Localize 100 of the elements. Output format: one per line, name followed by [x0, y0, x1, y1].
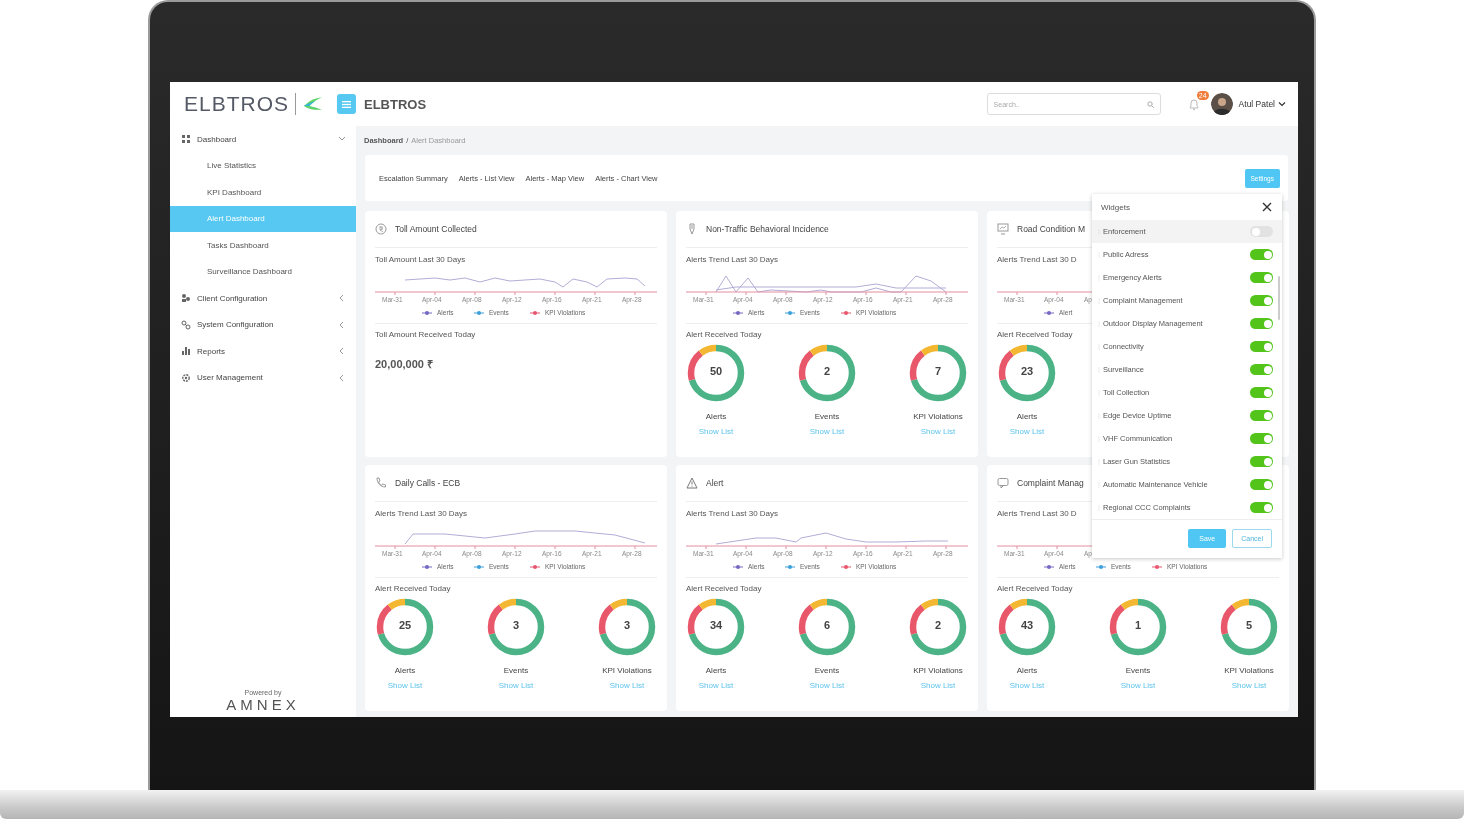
toggle-switch[interactable] [1250, 341, 1273, 352]
card-title: Non-Traffic Behavioral Incidence [706, 224, 829, 234]
count-label: KPI Violations [1224, 666, 1274, 675]
card-title: Road Condition M [1017, 224, 1086, 234]
nav-label: User Management [197, 373, 264, 383]
monitor-icon [997, 223, 1009, 235]
show-list-link[interactable]: Show List [1120, 681, 1156, 690]
app-title: ELBTROS [364, 96, 428, 112]
chat-icon [997, 477, 1009, 489]
link-icon [181, 319, 191, 330]
card-title: Daily Calls - ECB [395, 478, 461, 488]
toggle-switch[interactable] [1250, 318, 1273, 329]
donut-drawing [686, 597, 746, 657]
count-value: 25 [397, 619, 413, 631]
count-label: KPI Violations [602, 666, 652, 675]
chart-title: Alerts Trend Last 30 D [997, 255, 1078, 264]
chart-title: Alerts Trend Last 30 D [997, 509, 1078, 518]
user-name[interactable]: Atul Patel [1238, 99, 1275, 109]
count-value: 6 [822, 619, 832, 631]
nav-item[interactable]: Reports [170, 338, 356, 365]
card-title: Complaint Manag [1017, 478, 1084, 488]
bar-chart-icon [181, 346, 191, 357]
chevron-down-icon[interactable] [1278, 100, 1286, 108]
show-list-link[interactable]: Show List [920, 681, 956, 690]
toggle-switch[interactable] [1250, 433, 1273, 444]
count-value: 5 [1244, 619, 1254, 631]
summary-title: Alert Received Today [997, 330, 1074, 339]
nav-label: System Configuration [197, 320, 275, 330]
nav-subitem[interactable]: Live Statistics [170, 152, 356, 179]
count-label: Alerts [705, 666, 727, 675]
show-list-link[interactable]: Show List [1009, 427, 1045, 436]
donut-drawing [686, 343, 746, 403]
count-value: 34 [708, 619, 724, 631]
pin-icon [686, 223, 698, 235]
summary-title: Toll Amount Received Today [375, 330, 477, 339]
count-value: 1 [1133, 619, 1143, 631]
card-title: Alert [706, 478, 724, 488]
show-list-link[interactable]: Show List [920, 427, 956, 436]
summary-title: Alert Received Today [686, 330, 763, 339]
toggle-switch[interactable] [1250, 226, 1273, 237]
show-list-link[interactable]: Show List [809, 681, 845, 690]
avatar [1210, 93, 1233, 115]
donut-drawing [1219, 597, 1279, 657]
toggle-switch[interactable] [1250, 272, 1273, 283]
donut-drawing [997, 343, 1057, 403]
show-list-link[interactable]: Show List [698, 427, 734, 436]
donut-drawing [908, 343, 968, 403]
count-value: 43 [1019, 619, 1035, 631]
nav-subitem[interactable]: KPI Dashboard [170, 179, 356, 206]
toggle-switch[interactable] [1250, 249, 1273, 260]
donut-drawing [797, 343, 857, 403]
show-list-link[interactable]: Show List [387, 681, 423, 690]
nav-item[interactable]: Dashboard [170, 126, 356, 153]
count-value: 50 [708, 365, 724, 377]
menu-icon [341, 100, 351, 108]
toggle-switch[interactable] [1250, 410, 1273, 421]
grid-icon [181, 134, 191, 145]
toggle-switch[interactable] [1250, 364, 1273, 375]
bell-icon[interactable] [1186, 97, 1201, 111]
donut-drawing [797, 597, 857, 657]
nav-subitem[interactable]: Tasks Dashboard [170, 232, 356, 259]
nav-item[interactable]: Client Configuration [170, 285, 356, 312]
show-list-link[interactable]: Show List [1231, 681, 1267, 690]
brand-logo: AMNEX [226, 696, 300, 713]
count-label: KPI Violations [913, 666, 963, 675]
toggle-switch[interactable] [1250, 456, 1273, 467]
count-value: 2 [933, 619, 943, 631]
donut-drawing [908, 597, 968, 657]
toggle-switch[interactable] [1250, 295, 1273, 306]
warning-icon [686, 477, 698, 489]
show-list-link[interactable]: Show List [698, 681, 734, 690]
toggle-switch[interactable] [1250, 387, 1273, 398]
nav-subitem[interactable]: Surveillance Dashboard [170, 258, 356, 285]
donut-drawing [1108, 597, 1168, 657]
toggle-switch[interactable] [1250, 479, 1273, 490]
show-list-link[interactable]: Show List [609, 681, 645, 690]
count-value: 3 [511, 619, 521, 631]
nav-label: Dashboard [197, 134, 238, 144]
settings-icon [181, 372, 191, 383]
close-icon[interactable] [1261, 201, 1273, 213]
rupee-icon [375, 223, 387, 235]
count-label: Alerts [1016, 666, 1038, 675]
nav-subitem[interactable]: Alert Dashboard [170, 205, 356, 232]
show-list-link[interactable]: Show List [1009, 681, 1045, 690]
count-value: 2 [822, 365, 832, 377]
scrollbar[interactable] [1278, 276, 1280, 320]
count-value: 7 [933, 365, 943, 377]
count-label: Alerts [394, 666, 416, 675]
nav-label: Reports [197, 346, 226, 356]
summary-title: Alert Received Today [375, 584, 452, 593]
donut-drawing [597, 597, 657, 657]
nav-item[interactable]: User Management [170, 364, 356, 391]
count-label: Events [503, 666, 529, 675]
nav-item[interactable]: System Configuration [170, 311, 356, 338]
show-list-link[interactable]: Show List [809, 427, 845, 436]
count-label: Events [1125, 666, 1151, 675]
menu-button[interactable] [336, 94, 356, 114]
toggle-switch[interactable] [1250, 502, 1273, 513]
chart-title: Alerts Trend Last 30 Days [686, 509, 780, 518]
show-list-link[interactable]: Show List [498, 681, 534, 690]
